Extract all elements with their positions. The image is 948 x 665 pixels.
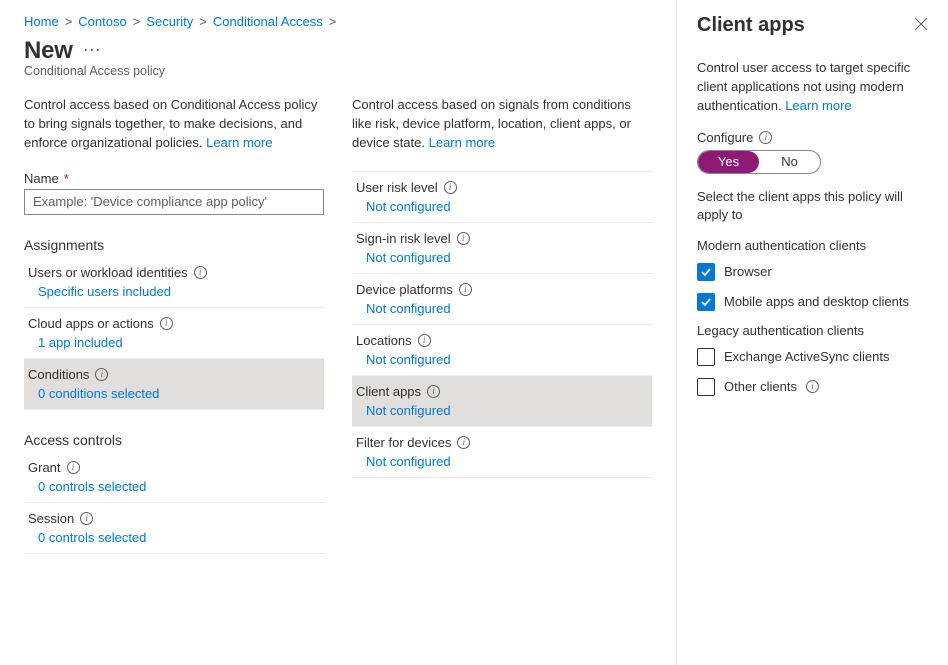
filter-devices-value[interactable]: Not configured — [356, 454, 648, 469]
session-value[interactable]: 0 controls selected — [28, 530, 320, 545]
legacy-auth-heading: Legacy authentication clients — [697, 323, 928, 338]
info-icon[interactable]: i — [418, 334, 431, 347]
name-input[interactable] — [24, 189, 324, 215]
info-icon[interactable]: i — [160, 317, 173, 330]
device-platforms-item[interactable]: Device platforms i Not configured — [352, 274, 652, 325]
panel-title: Client apps — [697, 14, 928, 37]
locations-value[interactable]: Not configured — [356, 352, 648, 367]
modern-auth-heading: Modern authentication clients — [697, 238, 928, 253]
client-apps-panel: Client apps Control user access to targe… — [676, 0, 948, 665]
select-apps-text: Select the client apps this policy will … — [697, 188, 928, 224]
session-item[interactable]: Session i 0 controls selected — [24, 503, 324, 554]
learn-more-link[interactable]: Learn more — [429, 135, 495, 150]
chevron-right-icon: > — [133, 14, 141, 29]
user-risk-item[interactable]: User risk level i Not configured — [352, 172, 652, 223]
checkbox-other-clients[interactable]: Other clients i — [697, 378, 928, 396]
breadcrumb-security[interactable]: Security — [146, 14, 193, 29]
chevron-right-icon: > — [199, 14, 207, 29]
toggle-yes[interactable]: Yes — [698, 151, 759, 173]
locations-item[interactable]: Locations i Not configured — [352, 325, 652, 376]
name-label: Name* — [24, 171, 324, 186]
info-icon[interactable]: i — [95, 368, 108, 381]
signin-risk-item[interactable]: Sign-in risk level i Not configured — [352, 223, 652, 274]
users-value[interactable]: Specific users included — [28, 284, 320, 299]
info-icon[interactable]: i — [80, 512, 93, 525]
configure-label: Configure — [697, 130, 753, 145]
conditions-description: Control access based on signals from con… — [352, 96, 652, 153]
page-subtitle: Conditional Access policy — [24, 64, 656, 78]
panel-description: Control user access to target specific c… — [697, 59, 928, 116]
info-icon[interactable]: i — [459, 283, 472, 296]
learn-more-link[interactable]: Learn more — [206, 135, 272, 150]
chevron-right-icon: > — [65, 14, 73, 29]
breadcrumb-conditional-access[interactable]: Conditional Access — [213, 14, 323, 29]
checkbox-icon — [697, 263, 715, 281]
info-icon[interactable]: i — [444, 181, 457, 194]
cloud-apps-value[interactable]: 1 app included — [28, 335, 320, 350]
info-icon[interactable]: i — [427, 385, 440, 398]
info-icon[interactable]: i — [759, 131, 772, 144]
info-icon[interactable]: i — [806, 380, 819, 393]
cloud-apps-item[interactable]: Cloud apps or actions i 1 app included — [24, 308, 324, 359]
access-controls-heading: Access controls — [24, 432, 324, 448]
breadcrumb-home[interactable]: Home — [24, 14, 59, 29]
policy-description: Control access based on Conditional Acce… — [24, 96, 324, 153]
user-risk-value[interactable]: Not configured — [356, 199, 648, 214]
assignments-heading: Assignments — [24, 237, 324, 253]
info-icon[interactable]: i — [457, 232, 470, 245]
client-apps-value[interactable]: Not configured — [356, 403, 648, 418]
page-title: New — [24, 37, 73, 65]
users-item[interactable]: Users or workload identities i Specific … — [24, 257, 324, 308]
checkbox-eas[interactable]: Exchange ActiveSync clients — [697, 348, 928, 366]
conditions-item[interactable]: Conditions i 0 conditions selected — [24, 359, 324, 410]
checkbox-mobile-desktop[interactable]: Mobile apps and desktop clients — [697, 293, 928, 311]
toggle-no[interactable]: No — [759, 151, 820, 173]
checkbox-icon — [697, 348, 715, 366]
grant-value[interactable]: 0 controls selected — [28, 479, 320, 494]
filter-devices-item[interactable]: Filter for devices i Not configured — [352, 427, 652, 478]
more-actions-button[interactable]: ··· — [83, 40, 101, 62]
configure-toggle[interactable]: Yes No — [697, 150, 821, 174]
breadcrumb: Home > Contoso > Security > Conditional … — [24, 14, 656, 29]
checkbox-icon — [697, 378, 715, 396]
client-apps-item[interactable]: Client apps i Not configured — [352, 376, 652, 427]
checkbox-browser[interactable]: Browser — [697, 263, 928, 281]
learn-more-link[interactable]: Learn more — [785, 98, 851, 113]
grant-item[interactable]: Grant i 0 controls selected — [24, 452, 324, 503]
breadcrumb-tenant[interactable]: Contoso — [78, 14, 126, 29]
signin-risk-value[interactable]: Not configured — [356, 250, 648, 265]
info-icon[interactable]: i — [457, 436, 470, 449]
info-icon[interactable]: i — [194, 266, 207, 279]
conditions-value[interactable]: 0 conditions selected — [28, 386, 320, 401]
close-icon[interactable] — [914, 17, 928, 35]
device-platforms-value[interactable]: Not configured — [356, 301, 648, 316]
chevron-right-icon: > — [329, 14, 337, 29]
info-icon[interactable]: i — [67, 461, 80, 474]
checkbox-icon — [697, 293, 715, 311]
